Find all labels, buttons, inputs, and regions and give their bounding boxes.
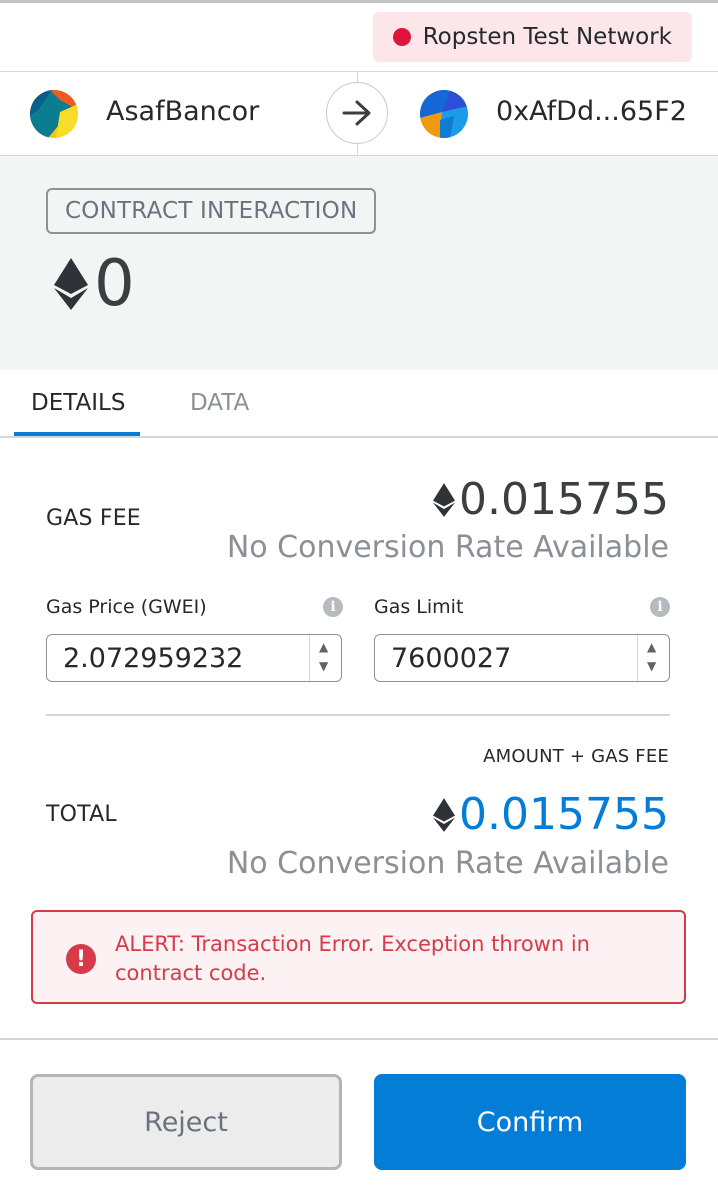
reject-button[interactable]: Reject [30, 1074, 342, 1170]
contract-interaction-badge: CONTRACT INTERACTION [46, 188, 377, 234]
gas-limit-label: Gas Limit [374, 596, 464, 618]
arrow-right-icon [326, 82, 388, 144]
chevron-up-icon[interactable]: ▲ [647, 640, 656, 654]
summary-amount-value: 0 [94, 247, 135, 321]
tab-data[interactable]: DATA [190, 390, 249, 416]
action-footer: Reject Confirm [0, 1038, 718, 1200]
network-header: Ropsten Test Network [0, 3, 718, 71]
gas-price-stepper[interactable]: ▲ ▼ [309, 635, 341, 681]
gas-price-label: Gas Price (GWEI) [46, 596, 207, 618]
total-amount: 0.015755 [433, 793, 669, 837]
recipient-address[interactable]: 0xAfDd...65F2 [496, 96, 687, 127]
transaction-summary: CONTRACT INTERACTION 0 [0, 156, 718, 370]
gas-price-input[interactable] [47, 635, 341, 681]
network-name: Ropsten Test Network [422, 24, 672, 50]
gas-fee-label: GAS FEE [46, 506, 141, 531]
total-conversion: No Conversion Rate Available [226, 846, 669, 881]
ethereum-icon [433, 483, 456, 517]
ethereum-icon [433, 798, 456, 832]
sender-avatar-icon [30, 90, 78, 138]
gas-fee-conversion: No Conversion Rate Available [226, 530, 669, 565]
chevron-down-icon[interactable]: ▼ [647, 659, 656, 673]
gas-limit-input[interactable] [375, 635, 669, 681]
sender-name[interactable]: AsafBancor [106, 96, 259, 127]
alert-message: ALERT: Transaction Error. Exception thro… [115, 932, 590, 985]
details-panel: GAS FEE 0.015755 No Conversion Rate Avai… [0, 438, 718, 1038]
ethereum-icon [54, 258, 88, 310]
tab-bar: DETAILS DATA [0, 370, 718, 438]
gas-fee-value: 0.015755 [459, 474, 669, 525]
recipient-avatar-icon [420, 90, 468, 138]
gas-limit-field: ▲ ▼ [374, 634, 670, 682]
tab-details[interactable]: DETAILS [31, 390, 125, 416]
gas-limit-stepper[interactable]: ▲ ▼ [637, 635, 669, 681]
network-indicator[interactable]: Ropsten Test Network [372, 12, 692, 62]
chevron-up-icon[interactable]: ▲ [319, 640, 328, 654]
total-label: TOTAL [46, 802, 117, 827]
transaction-error-alert: ! ALERT: Transaction Error. Exception th… [31, 910, 686, 1004]
section-divider [46, 714, 670, 716]
chevron-down-icon[interactable]: ▼ [319, 659, 328, 673]
summary-amount: 0 [54, 252, 135, 316]
gas-price-field: ▲ ▼ [46, 634, 342, 682]
total-value: 0.015755 [459, 789, 669, 840]
sender-recipient-row: AsafBancor 0xAfDd...65F2 [0, 71, 718, 156]
alert-exclamation-icon: ! [66, 944, 96, 974]
confirm-button[interactable]: Confirm [374, 1074, 686, 1170]
gas-price-info-icon[interactable]: i [323, 597, 343, 617]
network-status-dot [392, 28, 411, 46]
amount-plus-gas-label: AMOUNT + GAS FEE [483, 746, 669, 767]
gas-limit-info-icon[interactable]: i [650, 597, 670, 617]
active-tab-indicator [14, 432, 140, 436]
gas-fee-amount: 0.015755 [433, 478, 669, 522]
